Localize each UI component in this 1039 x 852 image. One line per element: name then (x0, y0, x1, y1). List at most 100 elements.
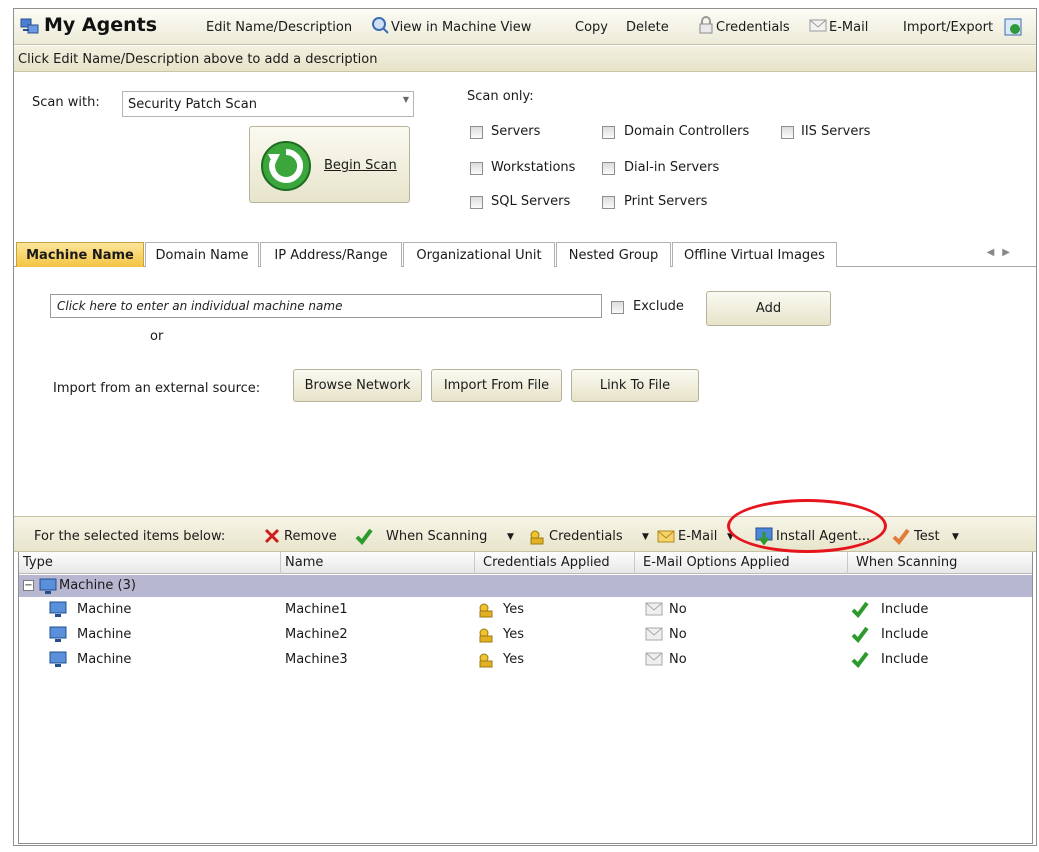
email-dropdown[interactable]: E-Mail (678, 529, 717, 544)
tab-ip-address[interactable]: IP Address/Range (260, 242, 402, 267)
machine-group-row[interactable]: − Machine (3) (19, 575, 1032, 597)
dialin-servers-checkbox[interactable] (602, 162, 615, 175)
row-type: Machine (77, 652, 132, 667)
column-email-options[interactable]: E-Mail Options Applied (635, 552, 848, 574)
test-dropdown[interactable]: Test (914, 529, 940, 544)
tab-nested-group[interactable]: Nested Group (556, 242, 671, 267)
print-servers-checkbox[interactable] (602, 196, 615, 209)
chevron-down-icon[interactable]: ▼ (642, 532, 649, 542)
checkmark-icon (851, 601, 869, 618)
agents-icon (20, 18, 39, 34)
import-source-label: Import from an external source: (53, 381, 261, 396)
delete-button[interactable]: Delete (626, 20, 669, 35)
column-credentials[interactable]: Credentials Applied (475, 552, 635, 574)
chevron-down-icon[interactable]: ▼ (952, 532, 959, 542)
envelope-icon (809, 19, 827, 32)
table-row[interactable]: Machine Machine1 Yes No Include (19, 598, 1032, 622)
refresh-scan-icon (261, 141, 311, 191)
begin-scan-label: Begin Scan (324, 158, 397, 173)
row-credentials: Yes (503, 602, 524, 617)
email-button[interactable]: E-Mail (829, 20, 868, 35)
row-type: Machine (77, 602, 132, 617)
scan-only-label: Scan only: (467, 89, 534, 104)
selection-actions-bar: For the selected items below: Remove Whe… (14, 516, 1036, 552)
exclude-checkbox[interactable] (611, 301, 624, 314)
row-email: No (669, 627, 687, 642)
tab-machine-name[interactable]: Machine Name (16, 242, 144, 267)
selection-label: For the selected items below: (34, 529, 226, 544)
sql-servers-label: SQL Servers (491, 194, 571, 209)
import-export-button[interactable]: Import/Export (903, 20, 993, 35)
machine-view-icon (372, 17, 389, 34)
scan-template-select[interactable]: Security Patch Scan ▼ (122, 91, 414, 117)
domain-controllers-label: Domain Controllers (624, 124, 750, 139)
credentials-key-icon (530, 530, 544, 545)
header-bar: My Agents Edit Name/Description View in … (14, 9, 1036, 45)
chevron-down-icon[interactable]: ▼ (727, 532, 734, 542)
tab-scroll-arrows[interactable]: ◀▶ (987, 247, 1018, 258)
exclude-label: Exclude (633, 299, 684, 314)
column-when-scanning[interactable]: When Scanning (848, 552, 1034, 574)
target-tabs: Machine Name Domain Name IP Address/Rang… (14, 242, 1036, 267)
credentials-dropdown[interactable]: Credentials (549, 529, 623, 544)
checkmark-icon (851, 626, 869, 643)
row-when-scanning: Include (881, 602, 929, 617)
credentials-key-icon (479, 628, 493, 643)
credentials-button[interactable]: Credentials (716, 20, 790, 35)
copy-button[interactable]: Copy (575, 20, 608, 35)
row-email: No (669, 652, 687, 667)
column-type[interactable]: Type (19, 552, 281, 574)
begin-scan-button[interactable]: Begin Scan (249, 126, 410, 203)
iis-servers-label: IIS Servers (801, 124, 871, 139)
view-machine-button[interactable]: View in Machine View (391, 20, 531, 35)
group-label: Machine (3) (59, 578, 136, 593)
install-agent-icon (755, 527, 773, 545)
tab-organizational-unit[interactable]: Organizational Unit (403, 242, 555, 267)
table-row[interactable]: Machine Machine2 Yes No Include (19, 623, 1032, 647)
row-type: Machine (77, 627, 132, 642)
chevron-down-icon[interactable]: ▼ (507, 532, 514, 542)
dialin-servers-label: Dial-in Servers (624, 160, 720, 175)
or-label: or (150, 329, 164, 344)
chevron-down-icon: ▼ (402, 95, 409, 104)
tab-domain-name[interactable]: Domain Name (145, 242, 259, 267)
row-when-scanning: Include (881, 652, 929, 667)
collapse-toggle[interactable]: − (23, 580, 34, 591)
import-from-file-button[interactable]: Import From File (431, 369, 562, 402)
servers-checkbox[interactable] (470, 126, 483, 139)
sql-servers-checkbox[interactable] (470, 196, 483, 209)
credentials-key-icon (479, 603, 493, 618)
checkmark-icon (851, 651, 869, 668)
row-name: Machine2 (285, 627, 348, 642)
row-name: Machine3 (285, 652, 348, 667)
scan-template-value: Security Patch Scan (128, 97, 257, 112)
machine-name-input[interactable]: Click here to enter an individual machin… (50, 294, 602, 318)
page-title: My Agents (44, 14, 158, 36)
scan-with-label: Scan with: (32, 95, 100, 110)
when-scanning-button[interactable]: When Scanning (386, 529, 487, 544)
table-row[interactable]: Machine Machine3 Yes No Include (19, 648, 1032, 672)
import-export-icon (1004, 18, 1022, 36)
machine-icon (49, 626, 67, 642)
machine-icon (49, 601, 67, 617)
install-agent-button[interactable]: Install Agent... (776, 529, 870, 544)
link-to-file-button[interactable]: Link To File (571, 369, 699, 402)
row-name: Machine1 (285, 602, 348, 617)
print-servers-label: Print Servers (624, 194, 708, 209)
envelope-icon (645, 627, 663, 641)
edit-name-button[interactable]: Edit Name/Description (206, 20, 352, 35)
tab-offline-virtual-images[interactable]: Offline Virtual Images (672, 242, 837, 267)
checkmark-icon (355, 528, 373, 545)
agents-window: My Agents Edit Name/Description View in … (13, 8, 1037, 846)
iis-servers-checkbox[interactable] (781, 126, 794, 139)
servers-label: Servers (491, 124, 541, 139)
row-credentials: Yes (503, 627, 524, 642)
workstations-checkbox[interactable] (470, 162, 483, 175)
browse-network-button[interactable]: Browse Network (293, 369, 422, 402)
credentials-key-icon (479, 653, 493, 668)
remove-button[interactable]: Remove (284, 529, 337, 544)
column-name[interactable]: Name (281, 552, 475, 574)
domain-controllers-checkbox[interactable] (602, 126, 615, 139)
add-button[interactable]: Add (706, 291, 831, 326)
email-envelope-icon (657, 530, 675, 543)
